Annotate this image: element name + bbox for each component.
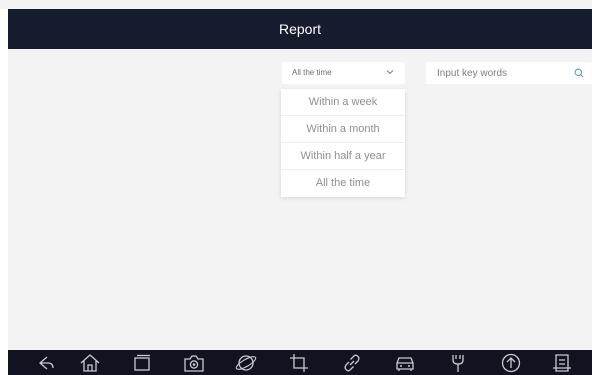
vehicle-button[interactable] xyxy=(393,352,417,374)
crop-icon xyxy=(290,354,308,372)
time-range-selected-value: All the time xyxy=(292,68,332,77)
time-range-dropdown: Within a week Within a month Within half… xyxy=(281,89,405,197)
search-box[interactable] xyxy=(426,62,592,84)
browser-icon xyxy=(235,355,257,371)
report-button[interactable] xyxy=(550,352,574,374)
header-bar: Report xyxy=(8,9,592,49)
browser-button[interactable] xyxy=(234,352,258,374)
chevron-down-icon xyxy=(386,70,394,75)
back-icon xyxy=(39,356,54,370)
back-button[interactable] xyxy=(34,352,58,374)
search-input[interactable] xyxy=(426,62,577,84)
option-within-a-week[interactable]: Within a week xyxy=(281,89,405,116)
tools-icon xyxy=(452,355,464,372)
upload-icon xyxy=(501,353,521,373)
time-range-select[interactable]: All the time xyxy=(282,62,405,84)
option-within-a-month[interactable]: Within a month xyxy=(281,116,405,143)
report-icon xyxy=(553,354,571,372)
tools-button[interactable] xyxy=(446,352,470,374)
crop-button[interactable] xyxy=(287,352,311,374)
home-button[interactable] xyxy=(78,352,102,374)
screenshot-button[interactable] xyxy=(182,352,206,374)
option-within-half-a-year[interactable]: Within half a year xyxy=(281,143,405,170)
page-title: Report xyxy=(278,21,322,37)
upload-button[interactable] xyxy=(499,352,523,374)
link-button[interactable] xyxy=(340,352,364,374)
link-icon xyxy=(344,354,360,372)
search-icon[interactable] xyxy=(574,68,584,78)
option-all-the-time[interactable]: All the time xyxy=(281,170,405,197)
home-icon xyxy=(80,354,100,372)
camera-icon xyxy=(184,355,204,372)
recent-apps-icon xyxy=(134,354,150,371)
recent-apps-button[interactable] xyxy=(130,352,154,374)
left-edge-strip xyxy=(0,9,8,375)
car-icon xyxy=(396,357,414,371)
bottom-navigation-bar xyxy=(8,350,592,375)
